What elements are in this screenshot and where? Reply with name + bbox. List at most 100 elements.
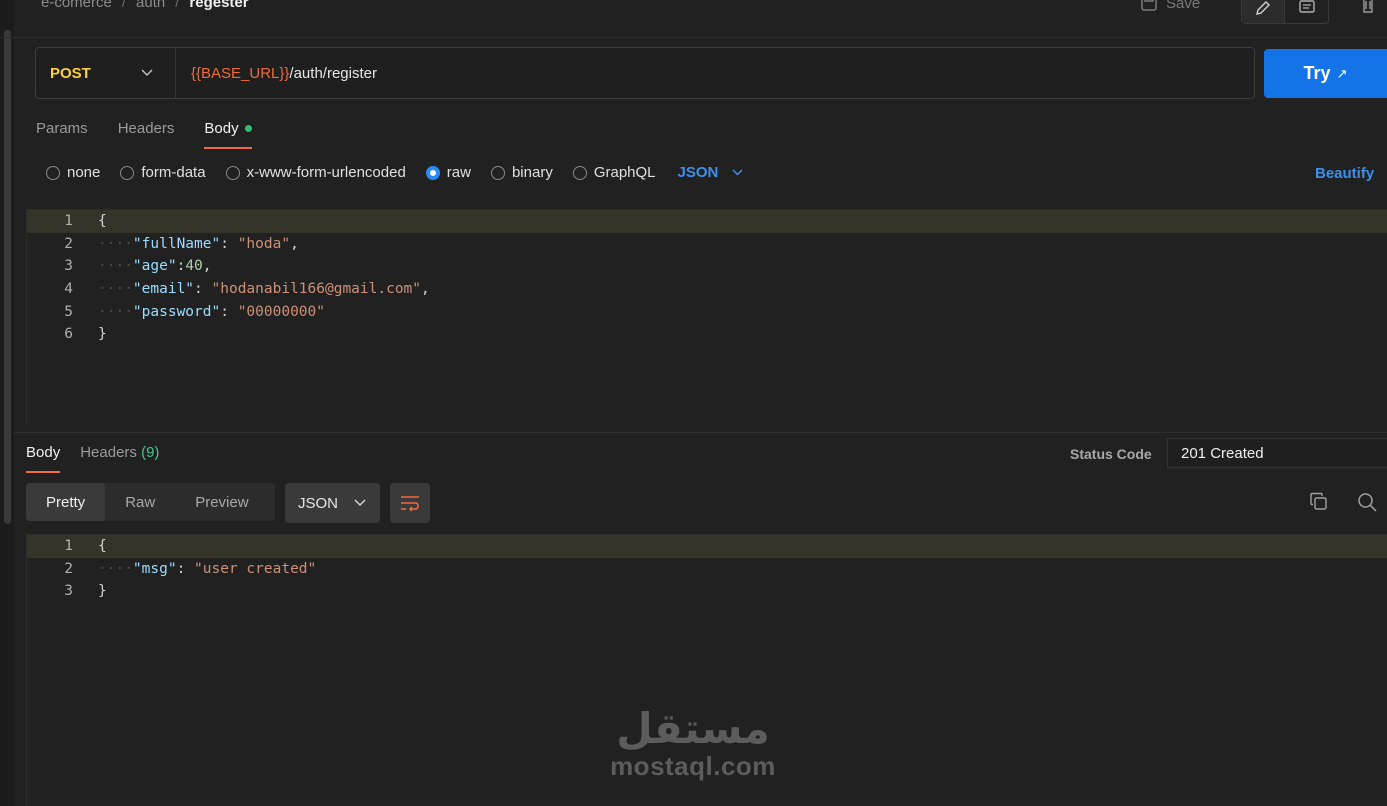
radio-label: GraphQL xyxy=(593,164,656,181)
line-number: 4 xyxy=(64,281,73,298)
radio-urlencoded[interactable]: x-www-form-urlencoded xyxy=(225,164,406,181)
search-icon[interactable] xyxy=(1357,492,1377,517)
code-text: } xyxy=(98,583,107,600)
response-view-toggle: Pretty Raw Preview xyxy=(26,483,275,521)
view-toggle-group xyxy=(1241,0,1329,24)
code-text: ····"msg": "user created" xyxy=(98,560,317,577)
body-indicator-dot xyxy=(244,125,252,132)
copy-icon[interactable] xyxy=(1309,492,1328,516)
beautify-link[interactable]: Beautify xyxy=(1315,165,1374,182)
line-number: 1 xyxy=(64,213,73,230)
save-icon xyxy=(1141,0,1157,11)
method-label: POST xyxy=(50,64,91,82)
line-number: 2 xyxy=(64,560,73,577)
radio-circle xyxy=(46,165,60,180)
wrap-lines-icon xyxy=(401,496,419,511)
code-text: ····"fullName": "hoda", xyxy=(98,235,299,252)
chevron-down-icon xyxy=(732,169,743,176)
view-pretty[interactable]: Pretty xyxy=(26,483,106,521)
tab-params[interactable]: Params xyxy=(36,120,88,149)
code-text: { xyxy=(98,538,107,555)
code-text: ····"password": "00000000" xyxy=(98,303,326,320)
code-text: ····"age":40, xyxy=(98,258,212,275)
url-bar: POST {{BASE_URL}}/auth/register xyxy=(35,47,1255,99)
breadcrumb-separator: / xyxy=(121,0,127,11)
trash-icon xyxy=(1363,0,1373,13)
request-tabs: Params Headers Body xyxy=(36,120,252,149)
breadcrumb-request[interactable]: regester xyxy=(189,0,248,11)
code-line: 3 } xyxy=(27,580,1387,603)
watermark-text: mostaql.com xyxy=(610,751,776,781)
watermark-logo: مستقل xyxy=(616,704,770,753)
response-tabs: Body Headers (9) xyxy=(26,444,159,473)
code-line: 1 { xyxy=(27,210,1387,233)
radio-circle xyxy=(572,165,587,180)
try-button[interactable]: Try ↗ xyxy=(1264,49,1387,98)
radio-circle xyxy=(225,165,240,180)
view-raw[interactable]: Raw xyxy=(105,483,175,521)
save-label: Save xyxy=(1166,0,1201,12)
code-text: { xyxy=(98,213,107,230)
raw-format-label: JSON xyxy=(677,164,719,181)
line-number: 1 xyxy=(64,538,73,555)
chevron-down-icon xyxy=(141,69,153,77)
comments-button[interactable] xyxy=(1285,0,1328,23)
response-format-select[interactable]: JSON xyxy=(285,483,380,523)
radio-label: binary xyxy=(511,164,553,181)
radio-raw[interactable]: raw xyxy=(425,164,471,181)
delete-button[interactable] xyxy=(1360,0,1376,19)
code-text: ····"email": "hodanabil166@gmail.com", xyxy=(98,281,430,298)
status-code-label: Status Code xyxy=(1070,446,1152,462)
save-button[interactable]: Save xyxy=(1140,0,1200,12)
line-number: 2 xyxy=(64,235,73,252)
url-input[interactable]: {{BASE_URL}}/auth/register xyxy=(176,65,377,82)
breadcrumb: e-comerce / auth / regester xyxy=(41,0,249,11)
response-tab-body[interactable]: Body xyxy=(26,444,61,473)
tab-body[interactable]: Body xyxy=(204,120,252,149)
wrap-lines-button[interactable] xyxy=(390,483,430,523)
code-text: } xyxy=(98,326,107,343)
chevron-down-icon xyxy=(354,499,366,507)
url-variable: {{BASE_URL}} xyxy=(191,64,290,82)
radio-label: x-www-form-urlencoded xyxy=(246,164,406,181)
method-select[interactable]: POST xyxy=(36,48,176,98)
radio-graphql[interactable]: GraphQL xyxy=(572,164,656,181)
raw-format-select[interactable]: JSON xyxy=(678,164,744,181)
response-tab-headers[interactable]: Headers (9) xyxy=(80,444,159,473)
code-line: 6 } xyxy=(27,323,1387,346)
pane-divider[interactable] xyxy=(14,432,1387,433)
response-headers-label: Headers xyxy=(80,444,137,461)
code-line: 3 ····"age":40, xyxy=(27,255,1387,278)
request-header-bar: e-comerce / auth / regester Save xyxy=(0,0,1387,38)
left-scrollbar[interactable] xyxy=(4,30,11,524)
request-body-editor[interactable]: 1 { 2 ····"fullName": "hoda", 3 ····"age… xyxy=(26,209,1387,425)
view-preview[interactable]: Preview xyxy=(175,483,268,521)
breadcrumb-separator: / xyxy=(175,0,180,11)
pencil-icon xyxy=(1256,1,1270,15)
tab-headers[interactable]: Headers xyxy=(118,120,175,149)
radio-label: raw xyxy=(446,164,471,181)
radio-form-data[interactable]: form-data xyxy=(120,164,206,181)
code-line: 5 ····"password": "00000000" xyxy=(27,300,1387,323)
comment-icon xyxy=(1298,0,1315,13)
body-type-selector: none form-data x-www-form-urlencoded raw… xyxy=(46,164,743,181)
code-line: 2 ····"fullName": "hoda", xyxy=(27,233,1387,256)
code-line: 4 ····"email": "hodanabil166@gmail.com", xyxy=(27,278,1387,301)
breadcrumb-collection[interactable]: e-comerce xyxy=(41,0,112,11)
response-headers-count: (9) xyxy=(141,444,160,461)
line-number: 6 xyxy=(64,326,73,343)
line-number: 5 xyxy=(64,303,73,320)
url-path: /auth/register xyxy=(289,64,377,82)
edit-button[interactable] xyxy=(1242,0,1286,23)
radio-none[interactable]: none xyxy=(46,164,100,181)
breadcrumb-folder[interactable]: auth xyxy=(136,0,165,11)
tab-body-label: Body xyxy=(204,120,239,137)
line-number: 3 xyxy=(64,258,73,275)
radio-circle xyxy=(120,165,135,180)
code-line: 2 ····"msg": "user created" xyxy=(27,558,1387,581)
code-line: 1 { xyxy=(27,535,1387,558)
line-number: 3 xyxy=(64,583,73,600)
radio-label: form-data xyxy=(141,164,206,181)
radio-binary[interactable]: binary xyxy=(490,164,553,181)
radio-circle xyxy=(425,165,440,180)
